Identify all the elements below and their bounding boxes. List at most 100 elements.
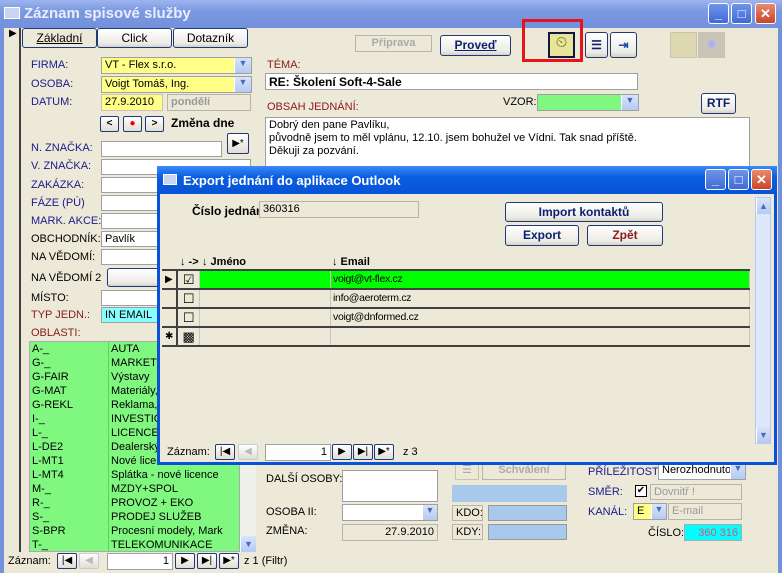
form-icon [163,174,177,185]
vzor-combo[interactable]: ▼ [537,94,639,111]
new-row[interactable]: ✱ ▩ [162,328,750,347]
oblast-code: I-_ [32,413,45,425]
jmeno-cell[interactable] [200,328,331,345]
list-icon[interactable]: ☰ [585,32,608,58]
tab-dotaznik[interactable]: Dotazník [173,28,248,48]
oblast-item[interactable]: T-_ TELEKOMUNIKACE [30,538,239,551]
dialog-minimize-button[interactable]: _ [705,169,726,190]
chevron-down-icon[interactable]: ▼ [422,505,437,520]
obsah-line: původně jsem to měl vplánu, 12.10. jsem … [269,132,637,144]
oblast-item[interactable]: L-MT4 Splátka - nové licence [30,468,239,482]
next-record-button[interactable]: ▶ [175,553,195,569]
osoba-combo[interactable]: Voigt Tomáš, Ing. ▼ [101,76,252,93]
record-number-input[interactable]: 1 [265,444,331,461]
new-record-button[interactable]: ▶* [227,133,249,154]
col-header-check[interactable]: ↓ -> [180,256,199,268]
chevron-up-icon[interactable]: ▲ [756,198,770,214]
export-button[interactable]: Export [505,225,579,246]
kanal-combo[interactable]: E ▼ [633,503,667,520]
prev-record-button[interactable]: ◀ [238,444,258,460]
row-selector[interactable] [162,290,178,307]
table-row[interactable]: ▶ ☑ voigt@vt-flex.cz [162,271,750,290]
datum-label: DATUM: [31,96,73,108]
first-record-button[interactable]: |◀ [215,444,235,460]
oblast-name: MARKETI [108,356,160,370]
next-day-button[interactable]: > [145,116,164,132]
new-record-button[interactable]: ▶* [374,444,394,460]
record-selector[interactable]: ▶ [4,28,21,552]
export-arrow-icon[interactable]: ⇥ [610,32,637,58]
table-row[interactable]: ☐ voigt@dnformed.cz [162,309,750,328]
col-header-email[interactable]: ↓ Email [332,256,370,268]
row-selector[interactable] [162,309,178,326]
prev-day-button[interactable]: < [100,116,119,132]
proved-button[interactable]: Proveď [440,35,511,56]
email-cell[interactable]: voigt@dnformed.cz [331,309,750,326]
rtf-button[interactable]: RTF [701,93,736,114]
checkbox[interactable]: ☐ [178,290,200,307]
email-cell[interactable]: info@aeroterm.cz [331,290,750,307]
oblast-item[interactable]: R-_ PROVOZ + EKO [30,496,239,510]
prev-record-button[interactable]: ◀ [79,553,99,569]
col-header-jmeno[interactable]: ↓ Jméno [202,256,246,268]
smer-checkbox[interactable]: ✔ [635,485,647,497]
checkbox[interactable]: ☐ [178,309,200,326]
kanal-value: E [637,505,645,517]
jmeno-cell[interactable] [200,290,331,307]
jmeno-cell[interactable] [200,309,331,326]
jmeno-cell[interactable] [200,271,331,288]
row-selector[interactable]: ✱ [162,328,178,345]
outlook-export-icon[interactable]: ⏲ [548,32,575,58]
chevron-down-icon[interactable]: ▼ [651,504,666,519]
first-record-button[interactable]: |◀ [57,553,77,569]
dialog-close-button[interactable]: ✕ [751,169,772,190]
osoba-label: OSOBA: [31,78,74,90]
dialog-scrollbar[interactable]: ▲ ▼ [755,197,771,444]
chevron-down-icon[interactable]: ▼ [756,427,770,443]
chevron-down-icon[interactable]: ▼ [730,463,745,479]
vzor-label: VZOR: [503,96,537,108]
oblast-name: Výstavy [108,370,150,384]
n-znacka-input[interactable] [101,141,222,157]
oblast-name: Materiály, [108,384,158,398]
maximize-button[interactable]: □ [731,3,752,24]
new-record-button[interactable]: ▶* [219,553,239,569]
table-row[interactable]: ☐ info@aeroterm.cz [162,290,750,309]
oblast-item[interactable]: S-_ PRODEJ SLUŽEB [30,510,239,524]
minimize-button[interactable]: _ [708,3,729,24]
today-button[interactable]: ● [123,116,142,132]
dialog-maximize-button[interactable]: □ [728,169,749,190]
chevron-down-icon[interactable]: ▼ [621,95,638,110]
record-number-input[interactable]: 1 [107,553,173,570]
import-kontaktu-button[interactable]: Import kontaktů [505,202,663,222]
email-cell[interactable] [331,328,750,345]
close-button[interactable]: ✕ [755,3,776,24]
email-cell[interactable]: voigt@vt-flex.cz [331,271,750,288]
next-record-button[interactable]: ▶ [332,444,352,460]
tab-zakladni[interactable]: Základní [22,28,97,48]
checkbox-checked[interactable]: ☑ [178,271,200,288]
oblast-item[interactable]: S-BPR Procesní modely, Mark [30,524,239,538]
dalsi-osoby-label: DALŠÍ OSOBY: [266,473,343,485]
chevron-down-icon[interactable]: ▼ [240,536,256,552]
chevron-down-icon[interactable]: ▼ [234,77,251,92]
smer-value: Dovnitř ! [650,484,742,500]
tab-click[interactable]: Click [97,28,172,48]
zpet-button[interactable]: Zpět [587,225,663,246]
row-selector[interactable]: ▶ [162,271,178,288]
datum-input[interactable]: 27.9.2010 [101,94,163,111]
dalsi-osoby-input[interactable] [342,470,438,502]
day-name: pondělí [167,94,251,111]
osoba2-combo[interactable]: ▼ [342,504,438,521]
zmena-label: ZMĚNA: [266,525,308,537]
last-record-button[interactable]: ▶| [197,553,217,569]
last-record-button[interactable]: ▶| [353,444,373,460]
firma-combo[interactable]: VT - Flex s.r.o. ▼ [101,57,252,74]
oblast-name: INVESTIC [108,412,162,426]
chevron-down-icon[interactable]: ▼ [234,58,251,73]
oblast-item[interactable]: M-_ MZDY+SPOL [30,482,239,496]
priprava-button[interactable]: Připrava [355,35,432,52]
checkbox-disabled[interactable]: ▩ [178,328,200,345]
tema-input[interactable]: RE: Školení Soft-4-Sale [265,73,638,90]
osoba2-label: OSOBA II: [266,506,317,518]
